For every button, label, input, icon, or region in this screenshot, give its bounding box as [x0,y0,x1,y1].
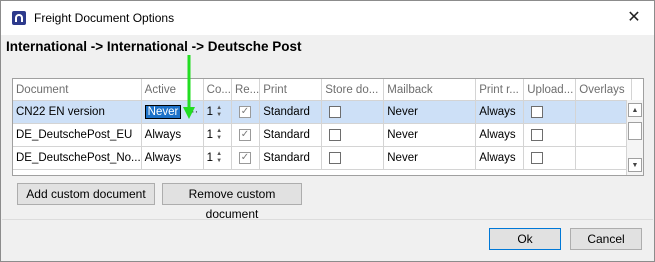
column-header-print-r[interactable]: Print r... [475,79,525,101]
cell-print-r[interactable]: Always [475,100,525,124]
spinner-arrows-icon[interactable]: ▲ ▼ [216,128,223,142]
copies-value: 1 [206,152,214,165]
cell-print-r[interactable]: Always [475,146,525,170]
route-heading: International -> International -> Deutsc… [6,39,302,54]
close-icon[interactable]: ✕ [614,1,654,35]
column-header-store[interactable]: Store do... [321,79,385,101]
annotation-arrow-icon [183,55,195,119]
cell-print-r[interactable]: Always [475,123,525,147]
cell-print[interactable]: Standard [259,146,323,170]
copies-value: 1 [206,106,214,119]
cell-store[interactable] [321,123,385,147]
cell-active[interactable]: Always [141,123,204,147]
cell-copies[interactable]: 1 ▲ ▼ [203,123,232,147]
column-header-required[interactable]: Re... [231,79,261,101]
cell-copies[interactable]: 1 ▲ ▼ [203,100,232,124]
footer-divider [2,219,653,220]
add-custom-document-button[interactable]: Add custom document [17,183,155,205]
cell-document[interactable]: DE_DeutschePost_No... [13,146,142,170]
window-title: Freight Document Options [34,11,175,25]
table-row[interactable]: DE_DeutschePost_EU Always 1▲▼ Standard N… [13,123,633,147]
cell-store[interactable] [321,146,385,170]
cell-required[interactable] [231,100,261,124]
store-checkbox[interactable] [329,128,342,141]
store-checkbox[interactable] [329,105,342,118]
store-checkbox[interactable] [329,151,342,164]
column-header-print[interactable]: Print [259,79,323,101]
scroll-up-icon[interactable]: ▲ [628,103,642,117]
cell-required[interactable] [231,146,261,170]
ok-button[interactable]: Ok [489,228,561,250]
app-logo-icon [12,11,26,25]
cell-overlays[interactable] [575,123,633,147]
grid-vertical-scrollbar[interactable]: ▲ ▼ [626,100,643,175]
remove-custom-document-button[interactable]: Remove custom document [162,183,302,221]
copies-value: 1 [206,129,214,142]
table-row[interactable]: CN22 EN version Never··· 1▲▼ Standard Ne… [13,100,633,124]
column-header-mailback[interactable]: Mailback [383,79,477,101]
documents-table: Document Active Co... Re... Print Store … [13,79,633,170]
upload-checkbox[interactable] [531,128,544,141]
title-bar: Freight Document Options ✕ [1,1,654,35]
column-header-upload[interactable]: Upload... [523,79,577,101]
cell-mailback[interactable]: Never [383,100,477,124]
required-checkbox[interactable] [238,128,251,141]
cell-document[interactable]: CN22 EN version [13,100,142,124]
cell-required[interactable] [231,123,261,147]
column-header-overlays[interactable]: Overlays [575,79,633,101]
upload-checkbox[interactable] [531,105,544,118]
required-checkbox[interactable] [238,151,251,164]
spinner-arrows-icon[interactable]: ▲ ▼ [216,105,223,119]
table-row[interactable]: DE_DeutschePost_No... Always 1▲▼ Standar… [13,146,633,170]
cell-upload[interactable] [523,123,577,147]
cell-overlays[interactable] [575,146,633,170]
cancel-button[interactable]: Cancel [570,228,642,250]
cell-store[interactable] [321,100,385,124]
grid-header-row: Document Active Co... Re... Print Store … [13,79,633,101]
cell-print[interactable]: Standard [259,123,323,147]
cell-mailback[interactable]: Never [383,123,477,147]
cell-print[interactable]: Standard [259,100,323,124]
required-checkbox[interactable] [238,105,251,118]
column-header-document[interactable]: Document [13,79,142,101]
cell-document[interactable]: DE_DeutschePost_EU [13,123,142,147]
cell-active[interactable]: Always [141,146,204,170]
scroll-thumb[interactable] [628,122,642,140]
scroll-down-icon[interactable]: ▼ [628,158,642,172]
upload-checkbox[interactable] [531,151,544,164]
dialog-window: Freight Document Options ✕ International… [0,0,655,262]
cell-mailback[interactable]: Never [383,146,477,170]
cell-overlays[interactable] [575,100,633,124]
cell-copies[interactable]: 1 ▲ ▼ [203,146,232,170]
cell-upload[interactable] [523,146,577,170]
documents-grid: Document Active Co... Re... Print Store … [12,78,644,176]
active-dropdown-value[interactable]: Never [144,105,182,119]
column-header-copies[interactable]: Co... [203,79,232,101]
cell-upload[interactable] [523,100,577,124]
spinner-arrows-icon[interactable]: ▲ ▼ [216,151,223,165]
